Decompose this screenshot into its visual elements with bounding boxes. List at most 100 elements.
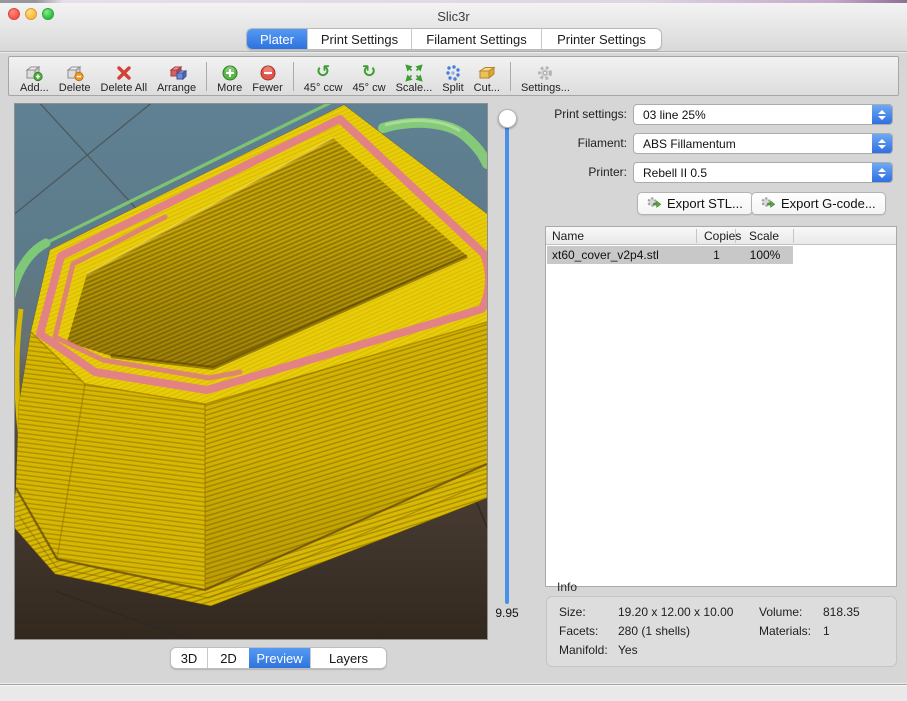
combo-stepper-icon	[872, 134, 892, 153]
materials-value: 1	[823, 624, 830, 638]
plater-toolbar: Add... Delete	[8, 56, 899, 96]
rotate-ccw-label: 45° ccw	[304, 82, 343, 94]
arrange-button[interactable]: Arrange	[152, 59, 201, 94]
filament-label: Filament:	[545, 136, 627, 150]
rotate-cw-button[interactable]: ↻ 45° cw	[347, 59, 390, 94]
print-settings-select[interactable]: 03 line 25%	[633, 104, 893, 125]
facets-label: Facets:	[559, 624, 598, 638]
combo-stepper-icon	[872, 163, 892, 182]
tab-plater[interactable]: Plater	[247, 29, 307, 49]
split-button[interactable]: Split	[437, 59, 468, 94]
printer-label: Printer:	[545, 165, 627, 179]
manifold-value: Yes	[618, 643, 638, 657]
print-settings-value: 03 line 25%	[643, 108, 706, 122]
cut-box-icon	[477, 63, 497, 82]
tab-layers[interactable]: Layers	[310, 648, 386, 668]
export-gear-arrow-icon	[761, 196, 776, 212]
col-name[interactable]: Name	[552, 229, 584, 243]
cell-name: xt60_cover_v2p4.stl	[552, 248, 659, 262]
layer-slider-value: 9.95	[489, 606, 525, 620]
combo-stepper-icon	[872, 105, 892, 124]
view-mode-tabbar: 3D 2D Preview Layers	[170, 647, 387, 669]
facets-value: 280 (1 shells)	[618, 624, 690, 638]
tab-print-settings[interactable]: Print Settings	[307, 29, 411, 49]
layer-slider-track[interactable]	[505, 121, 509, 604]
tab-2d[interactable]: 2D	[207, 648, 249, 668]
volume-value: 818.35	[823, 605, 860, 619]
box-remove-icon	[65, 63, 85, 82]
export-stl-button[interactable]: Export STL...	[637, 192, 753, 215]
delete-button[interactable]: Delete	[54, 59, 96, 94]
more-button[interactable]: More	[212, 59, 247, 94]
tab-filament-settings[interactable]: Filament Settings	[411, 29, 541, 49]
print-settings-label: Print settings:	[545, 107, 627, 121]
volume-label: Volume:	[759, 605, 802, 619]
cubes-icon	[167, 63, 187, 82]
manifold-label: Manifold:	[559, 643, 608, 657]
filament-value: ABS Fillamentum	[643, 137, 736, 151]
info-group-title: Info	[557, 580, 577, 594]
scale-arrows-icon	[405, 63, 423, 82]
table-row[interactable]: xt60_cover_v2p4.stl 1 100%	[547, 246, 793, 264]
split-dots-icon	[444, 63, 462, 82]
fewer-button[interactable]: Fewer	[247, 59, 288, 94]
settings-label: Settings...	[521, 82, 570, 94]
rotate-cw-label: 45° cw	[352, 82, 385, 94]
rotate-cw-icon: ↻	[362, 63, 376, 82]
cut-button[interactable]: Cut...	[469, 59, 505, 94]
cell-scale: 100%	[736, 248, 794, 262]
toolbar-separator	[206, 62, 207, 91]
filament-select[interactable]: ABS Fillamentum	[633, 133, 893, 154]
delete-all-label: Delete All	[101, 82, 147, 94]
main-tabbar: Plater Print Settings Filament Settings …	[246, 28, 662, 50]
column-divider[interactable]	[793, 229, 794, 243]
export-gear-arrow-icon	[647, 196, 662, 212]
slic3r-window: Slic3r Plater Print Settings Filament Se…	[0, 0, 907, 701]
cut-label: Cut...	[474, 82, 500, 94]
tab-3d[interactable]: 3D	[171, 648, 207, 668]
export-stl-label: Export STL...	[667, 196, 743, 211]
column-divider[interactable]	[696, 229, 697, 243]
export-gcode-button[interactable]: Export G-code...	[751, 192, 886, 215]
split-label: Split	[442, 82, 463, 94]
materials-label: Materials:	[759, 624, 811, 638]
cell-copies: 1	[697, 248, 736, 262]
export-gcode-label: Export G-code...	[781, 196, 876, 211]
column-divider[interactable]	[735, 229, 736, 243]
arrange-label: Arrange	[157, 82, 196, 94]
preview-3d-canvas[interactable]	[14, 103, 488, 640]
add-button[interactable]: Add...	[15, 59, 54, 94]
titlebar: Slic3r Plater Print Settings Filament Se…	[0, 3, 907, 52]
plus-circle-icon	[221, 63, 239, 82]
minus-circle-icon	[259, 63, 277, 82]
printer-select[interactable]: Rebell II 0.5	[633, 162, 893, 183]
size-value: 19.20 x 12.00 x 10.00	[618, 605, 733, 619]
col-copies[interactable]: Copies	[704, 229, 735, 243]
layer-slider-thumb[interactable]	[498, 109, 517, 128]
gear-icon	[536, 63, 554, 82]
red-x-icon	[115, 63, 133, 82]
tab-preview[interactable]: Preview	[249, 648, 310, 668]
rotate-ccw-button[interactable]: ↺ 45° ccw	[299, 59, 348, 94]
objects-table: Name Copies Scale xt60_cover_v2p4.stl 1 …	[545, 226, 897, 587]
size-label: Size:	[559, 605, 586, 619]
window-title: Slic3r	[0, 9, 907, 24]
plater-pane: Add... Delete	[0, 53, 907, 683]
status-bar	[0, 684, 907, 701]
toolbar-separator	[510, 62, 511, 91]
add-label: Add...	[20, 82, 49, 94]
printer-value: Rebell II 0.5	[643, 166, 707, 180]
delete-label: Delete	[59, 82, 91, 94]
settings-button[interactable]: Settings...	[516, 59, 575, 94]
box-add-icon	[24, 63, 44, 82]
fewer-label: Fewer	[252, 82, 283, 94]
info-group: Size: 19.20 x 12.00 x 10.00 Volume: 818.…	[546, 596, 897, 667]
scale-button[interactable]: Scale...	[391, 59, 438, 94]
scale-label: Scale...	[396, 82, 433, 94]
tab-printer-settings[interactable]: Printer Settings	[541, 29, 661, 49]
more-label: More	[217, 82, 242, 94]
col-scale[interactable]: Scale	[749, 229, 779, 243]
toolbar-separator	[293, 62, 294, 91]
delete-all-button[interactable]: Delete All	[96, 59, 152, 94]
objects-table-header: Name Copies Scale	[546, 227, 896, 245]
